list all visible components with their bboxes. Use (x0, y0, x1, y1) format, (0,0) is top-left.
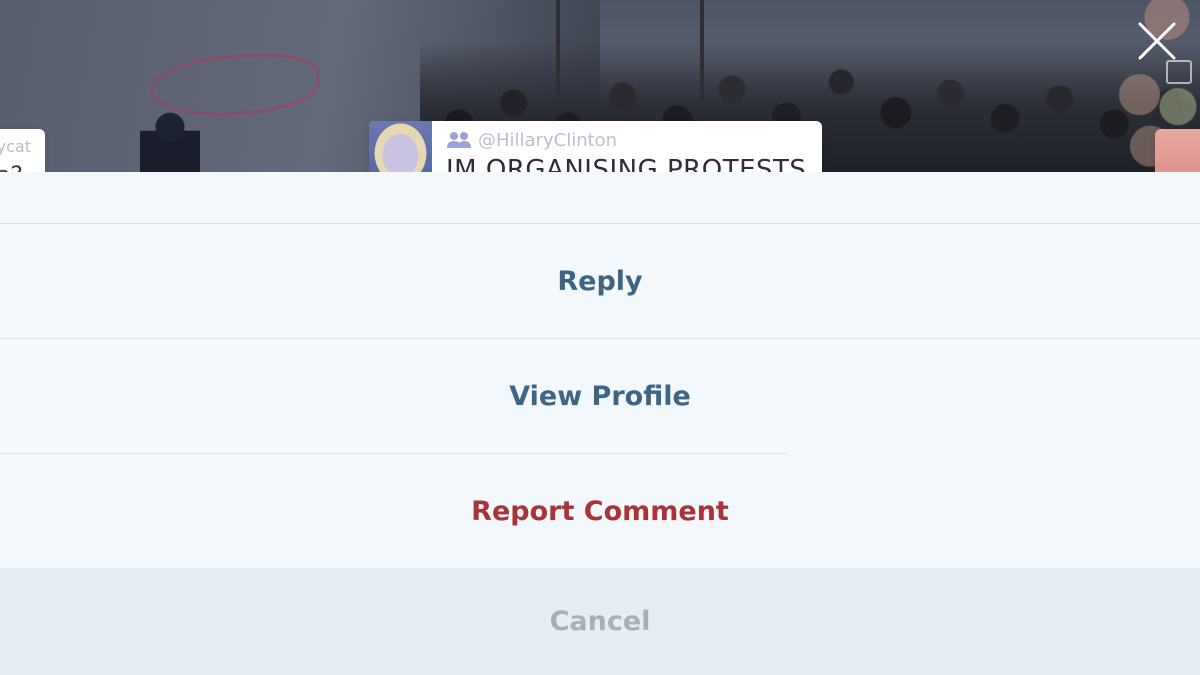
action-sheet: Reply View Profile Report Comment Cancel (0, 172, 1200, 675)
reply-button[interactable]: Reply (0, 224, 1200, 339)
minimize-icon[interactable] (1166, 60, 1192, 84)
police-officer (140, 108, 200, 172)
view-profile-button[interactable]: View Profile (0, 339, 1200, 454)
previous-comment-handle: ycat (0, 137, 31, 156)
close-icon (1138, 22, 1176, 60)
comment-handle: @HillaryClinton (478, 129, 618, 151)
sheet-header (0, 172, 1200, 224)
group-icon (446, 131, 474, 149)
comment-meta: @HillaryClinton (446, 129, 806, 151)
report-comment-button[interactable]: Report Comment (0, 454, 1200, 568)
cancel-button[interactable]: Cancel (0, 568, 1200, 675)
close-button[interactable] (1136, 20, 1178, 62)
